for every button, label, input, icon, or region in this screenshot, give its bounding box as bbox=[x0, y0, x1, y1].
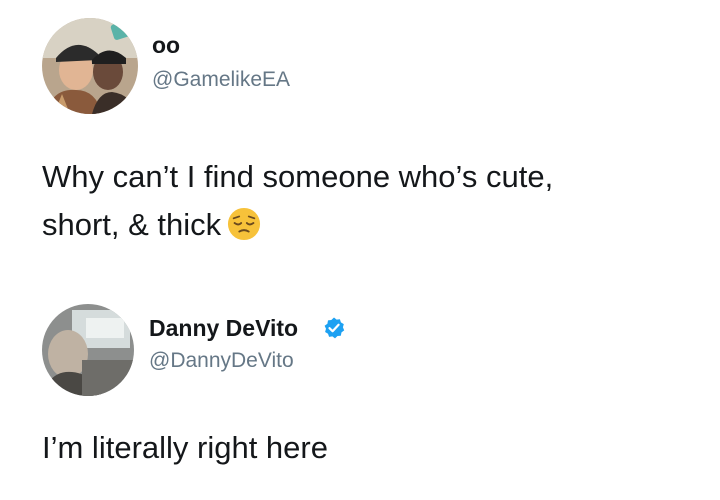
tweet-text-line: Why can’t I find someone who’s cute, bbox=[42, 159, 554, 194]
pensive-face-icon bbox=[228, 207, 261, 241]
display-name[interactable]: oo bbox=[152, 31, 180, 59]
avatar-photo bbox=[42, 304, 134, 396]
tweet: Danny DeVito @DannyDeVito I’m literally … bbox=[0, 290, 720, 500]
avatar-photo bbox=[42, 18, 138, 114]
tweet-text: I’m literally right here bbox=[42, 424, 328, 472]
verified-badge-icon bbox=[324, 317, 345, 339]
tweet: oo @GamelikeEA Why can’t I find someone … bbox=[0, 0, 720, 270]
display-name[interactable]: Danny DeVito bbox=[149, 314, 298, 342]
avatar[interactable] bbox=[42, 18, 138, 114]
handle[interactable]: @GamelikeEA bbox=[152, 67, 290, 93]
tweet-text-line: I’m literally right here bbox=[42, 430, 328, 465]
avatar[interactable] bbox=[42, 304, 134, 396]
tweet-text-line-with-emoji: short, & thick bbox=[42, 201, 553, 249]
tweet-text: Why can’t I find someone who’s cute, sho… bbox=[42, 153, 553, 249]
tweet-text-line: short, & thick bbox=[42, 207, 222, 242]
handle[interactable]: @DannyDeVito bbox=[149, 348, 294, 374]
